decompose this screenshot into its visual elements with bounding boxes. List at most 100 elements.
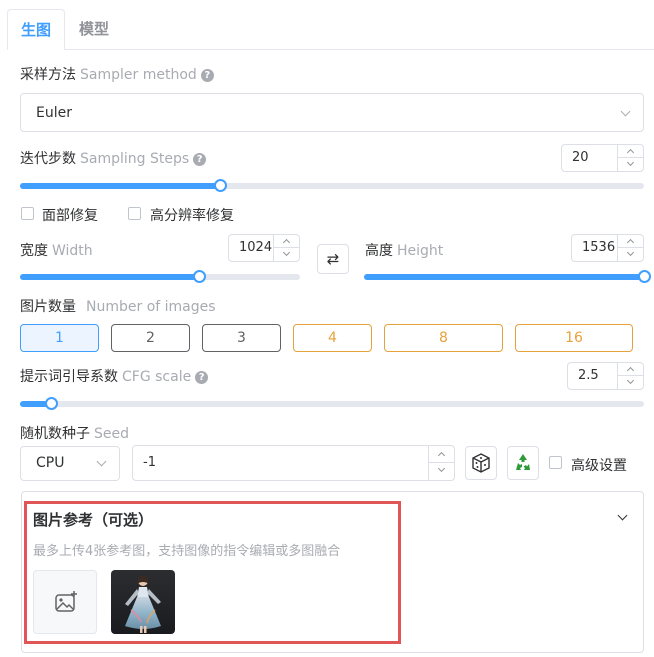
- increase-button[interactable]: [618, 363, 643, 376]
- seed-device-select[interactable]: CPU: [20, 446, 120, 481]
- seed-device-value: CPU: [36, 455, 65, 471]
- width-label-en: Width: [52, 243, 93, 259]
- image-count-option[interactable]: 8: [384, 324, 503, 352]
- steps-slider-handle[interactable]: [213, 179, 227, 192]
- steps-label-cn: 迭代步数: [20, 151, 76, 167]
- seed-value: -1: [143, 455, 156, 470]
- sampler-label-en: Sampler method: [80, 67, 197, 83]
- steps-label-en: Sampling Steps: [80, 151, 190, 167]
- decrease-button[interactable]: [618, 248, 643, 261]
- advanced-settings-checkbox[interactable]: [549, 456, 562, 469]
- height-value: 1536: [582, 240, 616, 255]
- chevron-down-icon: [626, 376, 635, 385]
- chevron-up-icon: [282, 238, 291, 247]
- width-value: 1024: [239, 240, 273, 255]
- image-count-label: 图片数量 Number of images: [20, 296, 216, 316]
- chevron-down-icon: [437, 464, 446, 473]
- width-slider-handle[interactable]: [193, 270, 207, 283]
- increase-button[interactable]: [274, 235, 299, 248]
- recycle-seed-button[interactable]: [507, 446, 539, 480]
- image-add-icon: [55, 591, 77, 612]
- cfg-label-en: CFG scale: [122, 369, 192, 385]
- width-stepper: [273, 235, 299, 261]
- seed-label-en: Seed: [94, 426, 129, 442]
- dice-icon: [472, 453, 490, 473]
- decrease-button[interactable]: [274, 248, 299, 261]
- sampler-label-cn: 采样方法: [20, 67, 76, 83]
- chevron-down-icon: [282, 248, 291, 257]
- seed-label: 随机数种子 Seed: [20, 423, 129, 443]
- hires-fix-label: 高分辨率修复: [150, 208, 234, 224]
- height-label-cn: 高度: [365, 243, 393, 259]
- image-count-option[interactable]: 1: [20, 324, 99, 352]
- upload-reference-button[interactable]: [33, 570, 97, 634]
- advanced-settings-label: 高级设置: [571, 458, 627, 474]
- reference-image: [111, 570, 175, 634]
- steps-slider-fill: [20, 183, 220, 189]
- increase-button[interactable]: [618, 145, 643, 158]
- steps-input[interactable]: 20: [561, 144, 644, 172]
- random-seed-button[interactable]: [465, 446, 497, 480]
- swap-dimensions-button[interactable]: ⇄: [317, 244, 349, 274]
- width-label: 宽度 Width: [20, 240, 93, 260]
- reference-title: 图片参考（可选）: [33, 511, 154, 529]
- increase-button[interactable]: [429, 446, 454, 463]
- image-count-option[interactable]: 16: [515, 324, 633, 352]
- image-count-label-cn: 图片数量: [20, 299, 76, 315]
- swap-icon: ⇄: [326, 250, 340, 268]
- cfg-stepper: [617, 363, 643, 389]
- chevron-up-icon: [626, 148, 635, 157]
- chevron-down-icon: [96, 456, 107, 467]
- tab-model[interactable]: 模型: [66, 9, 122, 50]
- cfg-slider[interactable]: [20, 397, 644, 410]
- decrease-button[interactable]: [429, 463, 454, 480]
- steps-stepper: [617, 145, 643, 171]
- image-count-label-en: Number of images: [86, 299, 216, 315]
- cfg-label: 提示词引导系数 CFG scale?: [20, 366, 209, 386]
- steps-label: 迭代步数 Sampling Steps?: [20, 148, 207, 168]
- width-slider[interactable]: [20, 270, 300, 283]
- help-icon[interactable]: ?: [195, 371, 209, 384]
- decrease-button[interactable]: [618, 376, 643, 389]
- cfg-value: 2.5: [578, 368, 599, 383]
- chevron-down-icon: [620, 106, 631, 117]
- height-stepper: [617, 235, 643, 261]
- tab-generate[interactable]: 生图: [7, 9, 65, 50]
- face-restore-checkbox[interactable]: [21, 207, 34, 220]
- cfg-label-cn: 提示词引导系数: [20, 369, 118, 385]
- sampler-select[interactable]: Euler: [20, 93, 644, 132]
- height-input[interactable]: 1536: [571, 234, 644, 262]
- width-slider-fill: [20, 274, 200, 280]
- help-icon[interactable]: ?: [200, 69, 214, 82]
- tab-bar-divider: [64, 49, 654, 50]
- height-slider[interactable]: [364, 270, 651, 283]
- height-slider-handle[interactable]: [638, 270, 651, 283]
- height-label-en: Height: [397, 243, 444, 259]
- image-count-option[interactable]: 4: [293, 324, 372, 352]
- chevron-up-icon: [626, 238, 635, 247]
- chevron-down-icon: [626, 158, 635, 167]
- seed-stepper: [428, 446, 454, 480]
- recycle-icon: [516, 454, 530, 470]
- help-icon[interactable]: ?: [193, 153, 207, 166]
- hires-fix-checkbox[interactable]: [128, 207, 141, 220]
- width-label-cn: 宽度: [20, 243, 48, 259]
- seed-input[interactable]: -1: [132, 445, 455, 481]
- chevron-down-icon: [626, 248, 635, 257]
- increase-button[interactable]: [618, 235, 643, 248]
- reference-image-thumbnail[interactable]: [111, 570, 175, 634]
- sampler-value: Euler: [36, 105, 72, 121]
- decrease-button[interactable]: [618, 158, 643, 171]
- image-count-option[interactable]: 3: [202, 324, 281, 352]
- cfg-input[interactable]: 2.5: [567, 362, 644, 390]
- steps-slider[interactable]: [20, 179, 644, 192]
- reference-description: 最多上传4张参考图，支持图像的指令编辑或多图融合: [33, 544, 341, 559]
- width-input[interactable]: 1024: [228, 234, 300, 262]
- height-slider-fill: [364, 274, 644, 280]
- chevron-up-icon: [437, 451, 446, 460]
- image-count-option[interactable]: 2: [111, 324, 190, 352]
- face-restore-label: 面部修复: [42, 208, 98, 224]
- steps-value: 20: [572, 150, 589, 165]
- sampler-label: 采样方法 Sampler method?: [20, 64, 214, 84]
- cfg-slider-handle[interactable]: [45, 397, 59, 410]
